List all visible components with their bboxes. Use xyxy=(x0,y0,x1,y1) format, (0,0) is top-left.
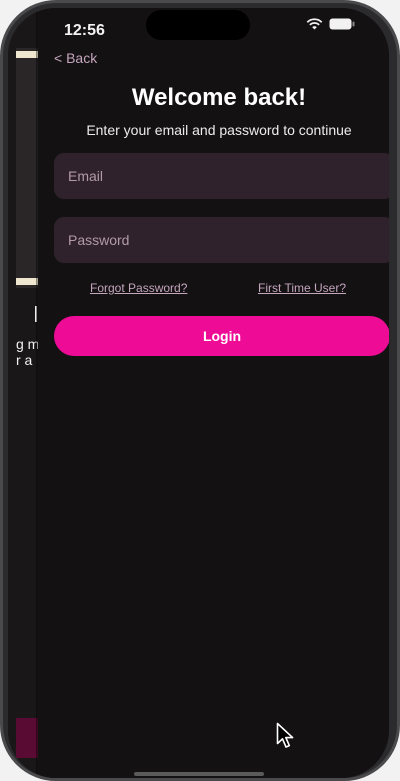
home-indicator xyxy=(134,772,264,776)
mouse-pointer-icon xyxy=(276,722,296,755)
previous-screen: g m r a xyxy=(8,8,38,778)
back-button[interactable]: < Back xyxy=(54,50,97,66)
battery-icon xyxy=(329,18,355,30)
previous-screen-strip xyxy=(16,48,38,288)
dynamic-island xyxy=(146,10,250,40)
status-icons xyxy=(306,18,355,30)
previous-screen-tab xyxy=(16,278,38,285)
login-screen: < Back Welcome back! Enter your email an… xyxy=(38,8,389,778)
first-time-user-link[interactable]: First Time User? xyxy=(258,281,346,295)
password-field-container[interactable] xyxy=(54,217,389,263)
wifi-icon xyxy=(306,18,323,30)
previous-screen-button xyxy=(16,718,38,758)
password-field[interactable] xyxy=(68,232,380,248)
page-title: Welcome back! xyxy=(131,84,307,111)
email-field-container[interactable] xyxy=(54,153,389,199)
status-time: 12:56 xyxy=(64,22,105,39)
page-subtitle: Enter your email and password to continu… xyxy=(86,122,352,138)
phone-screen: g m r a < Back Welcome back! Enter your … xyxy=(8,8,389,778)
previous-screen-tab xyxy=(16,51,38,58)
login-button[interactable]: Login xyxy=(54,316,389,356)
forgot-password-link[interactable]: Forgot Password? xyxy=(90,281,187,295)
previous-screen-text: g m r a xyxy=(16,336,38,368)
email-field[interactable] xyxy=(68,168,380,184)
screenshot-stage: g m r a < Back Welcome back! Enter your … xyxy=(0,0,400,781)
